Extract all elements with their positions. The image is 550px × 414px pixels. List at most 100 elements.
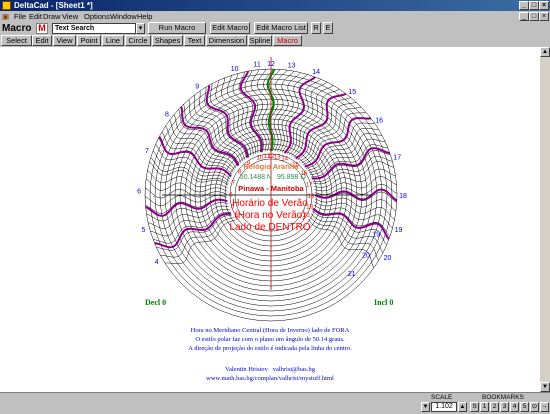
author-url: www.math.bas.bg/complan/valhrist/mystuff… xyxy=(206,375,334,382)
incl-label: Incl 0 xyxy=(374,298,394,307)
bookmark-2-button[interactable]: 2 xyxy=(490,402,499,412)
bookmark-next-icon[interactable]: → xyxy=(540,402,549,412)
child-close-icon[interactable]: × xyxy=(539,12,549,21)
summer-hour-label: 20 xyxy=(362,252,370,259)
bookmarks-label: BOOKMARKS xyxy=(482,394,524,401)
tab-edit[interactable]: Edit xyxy=(32,35,52,46)
hour-label: 4 xyxy=(155,259,159,266)
bookmark-3-button[interactable]: 3 xyxy=(500,402,509,412)
main-text-line-3: Lado de DENTRO xyxy=(229,222,311,233)
center-latitude: 50.1488 N xyxy=(239,174,272,181)
child-restore-icon[interactable]: □ xyxy=(529,12,539,21)
text-search-input[interactable]: Text Search xyxy=(52,23,136,34)
scale-down-icon[interactable]: ▼ xyxy=(421,402,430,412)
app-icon xyxy=(2,1,11,10)
menu-file[interactable]: File xyxy=(14,12,26,21)
close-icon[interactable]: × xyxy=(539,1,549,10)
hour-curve xyxy=(204,87,248,159)
tool-tabs: Select Edit View Point Line Circle Shape… xyxy=(0,35,550,46)
scroll-up-icon[interactable]: ▲ xyxy=(540,47,550,57)
hour-label: 15 xyxy=(348,89,356,96)
hour-label: 18 xyxy=(399,193,407,200)
scale-label: SCALE xyxy=(431,394,453,401)
author-line: Valentin Hristov valhrist@bas.bg xyxy=(120,365,420,374)
footer-line-1: Hora no Meridiano Central (Hora de Inver… xyxy=(190,327,350,334)
title-bar: DeltaCad - [Sheet1 *] _ □ × xyxy=(0,0,550,11)
edit-macro-button[interactable]: Edit Macro xyxy=(210,22,250,34)
search-dropdown-icon[interactable]: ▾ xyxy=(136,23,145,34)
footer-line-2: O estilo polar faz com o plano um ângulo… xyxy=(195,336,345,343)
scroll-down-icon[interactable]: ▼ xyxy=(540,382,550,392)
menu-bar: ▣ File Edit Draw View Options Window Hel… xyxy=(0,11,550,22)
edit-macro-list-button[interactable]: Edit Macro List xyxy=(254,22,308,34)
maximize-icon[interactable]: □ xyxy=(529,1,539,10)
macro-icon[interactable]: M xyxy=(36,23,48,34)
hour-label: 5 xyxy=(142,227,146,234)
minimize-icon[interactable]: _ xyxy=(519,1,529,10)
hour-curve xyxy=(149,161,229,186)
hour-label: 6 xyxy=(137,188,141,195)
hour-label: 7 xyxy=(145,148,149,155)
menu-view[interactable]: View xyxy=(62,12,78,21)
tab-macro[interactable]: Macro xyxy=(273,35,302,46)
center-title: Relógio Aranha xyxy=(243,162,299,171)
main-text-line-2: (Hora no Verão) xyxy=(234,210,306,221)
hour-curve xyxy=(297,97,351,161)
tab-shapes[interactable]: Shapes xyxy=(152,35,183,46)
toolbar: Macro M Text Search ▾ Run Macro Edit Mac… xyxy=(0,22,550,35)
menu-edit[interactable]: Edit xyxy=(29,12,42,21)
hour-label: 19 xyxy=(395,227,403,234)
author-email: valhrist@bas.bg xyxy=(272,366,315,373)
menu-help[interactable]: Help xyxy=(137,12,152,21)
hour-label: 13 xyxy=(288,63,296,70)
e-button[interactable]: E xyxy=(323,22,333,34)
bookmark-5-button[interactable]: 5 xyxy=(520,402,529,412)
hour-curve xyxy=(150,157,229,184)
bookmark-s-button[interactable]: S xyxy=(470,402,479,412)
menu-options[interactable]: Options xyxy=(84,12,110,21)
menu-window[interactable]: Window xyxy=(110,12,137,21)
inner-hour-label: 13 xyxy=(274,155,281,161)
scale-up-icon[interactable]: ▲ xyxy=(458,402,467,412)
tab-text[interactable]: Text xyxy=(184,35,205,46)
summer-hour-label: 19 xyxy=(372,231,380,238)
menu-draw[interactable]: Draw xyxy=(43,12,61,21)
hour-curve xyxy=(281,74,308,153)
drawing-canvas[interactable]: 4455667788991010111112121313141415151616… xyxy=(0,47,540,392)
run-macro-button[interactable]: Run Macro xyxy=(148,22,206,34)
hour-label: 20 xyxy=(384,255,392,262)
r-button[interactable]: R xyxy=(311,22,321,34)
tab-view[interactable]: View xyxy=(53,35,76,46)
bookmark-4-button[interactable]: 4 xyxy=(510,402,519,412)
hour-label: 10 xyxy=(231,66,239,73)
tab-select[interactable]: Select xyxy=(1,35,32,46)
vertical-scrollbar[interactable]: ▲ ▼ xyxy=(540,47,550,392)
hour-label: 9 xyxy=(195,84,199,91)
hour-label: 16 xyxy=(375,117,383,124)
bookmark-add-icon[interactable]: ⊙ xyxy=(530,402,539,412)
tab-point[interactable]: Point xyxy=(77,35,101,46)
hour-label: 11 xyxy=(254,62,261,69)
child-minimize-icon[interactable]: _ xyxy=(519,12,529,21)
tab-dimension[interactable]: Dimension xyxy=(206,35,247,46)
tab-circle[interactable]: Circle xyxy=(125,35,151,46)
footer-notes: Hora no Meridiano Central (Hora de Inver… xyxy=(120,326,420,353)
hour-label: 8 xyxy=(165,112,169,119)
scale-value[interactable]: 1.102 xyxy=(431,402,457,412)
summer-hour-label: 21 xyxy=(348,271,356,278)
hour-label: 17 xyxy=(393,154,401,161)
doc-icon: ▣ xyxy=(2,12,10,21)
hour-label: 14 xyxy=(312,69,320,76)
tab-line[interactable]: Line xyxy=(102,35,124,46)
footer-line-3: A direção de projeção do estilo é indica… xyxy=(188,345,352,352)
window-title: DeltaCad - [Sheet1 *] xyxy=(14,1,93,10)
center-place: Pinawa - Manitoba xyxy=(238,184,304,193)
author-name: Valentin Hristov xyxy=(225,366,268,373)
main-text-line-1: Horário de Verão xyxy=(232,198,308,209)
bookmark-1-button[interactable]: 1 xyxy=(480,402,489,412)
tab-spline[interactable]: Spline xyxy=(248,35,272,46)
decl-label: Decl 0 xyxy=(145,298,167,307)
hour-curve xyxy=(306,122,375,169)
main-text: Horário de Verão (Hora no Verão) Lado de… xyxy=(220,198,320,234)
mode-label: Macro xyxy=(2,23,32,34)
